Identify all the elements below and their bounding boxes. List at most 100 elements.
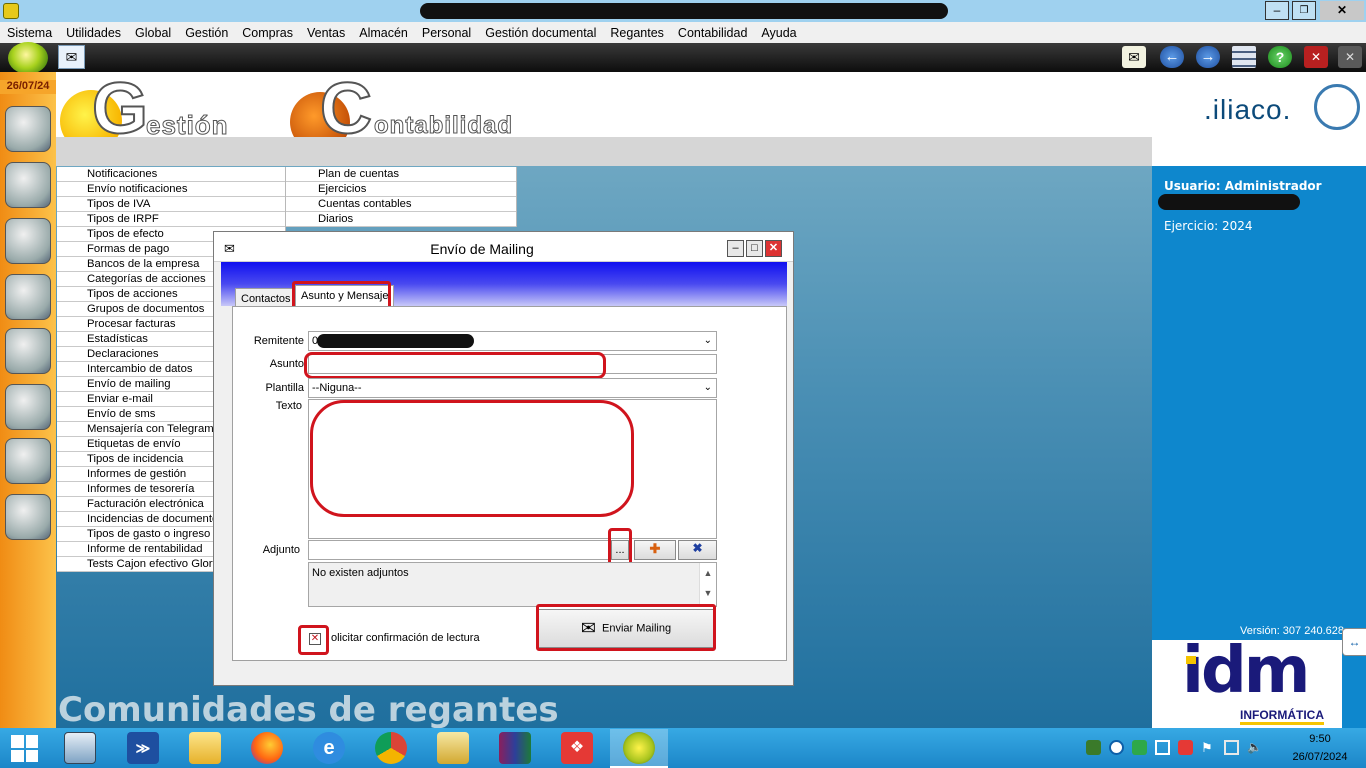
menu-item-notificaciones[interactable]: Notificaciones <box>57 167 285 182</box>
close-all-icon[interactable]: ✕ <box>1338 46 1362 68</box>
menu-contabilidad[interactable]: Contabilidad <box>678 26 748 40</box>
anydesk-icon[interactable]: ❖ <box>561 732 593 764</box>
idm-informatica-text: INFORMÁTICA <box>1240 708 1324 725</box>
window-list-icon[interactable] <box>1232 46 1256 68</box>
close-tab-icon[interactable]: ✕ <box>1304 46 1328 68</box>
menu-personal[interactable]: Personal <box>422 26 471 40</box>
brand-logo-circle <box>1314 84 1360 130</box>
internet-explorer-icon[interactable]: e <box>313 732 345 764</box>
minimize-button[interactable]: – <box>1265 1 1289 20</box>
binary-01-alt-icon[interactable] <box>5 328 51 374</box>
menu-regantes[interactable]: Regantes <box>610 26 664 40</box>
tray-sync-icon[interactable] <box>1132 740 1147 755</box>
menu-item-ejercicios[interactable]: Ejercicios <box>286 182 516 197</box>
app-icon <box>3 3 19 19</box>
window-titlebar: – ❐ ✕ <box>0 0 1366 22</box>
menu-gestion-documental[interactable]: Gestión documental <box>485 26 596 40</box>
redacted-remitente <box>317 334 474 348</box>
group-users-icon[interactable] <box>5 384 51 430</box>
header-gray-band <box>56 137 1152 166</box>
menu-ayuda[interactable]: Ayuda <box>761 26 796 40</box>
tray-display-icon[interactable] <box>1155 740 1170 755</box>
texto-highlight <box>310 400 634 517</box>
contabilidad-menu-list: Plan de cuentas Ejercicios Cuentas conta… <box>286 167 517 227</box>
dialog-title: Envío de Mailing <box>430 241 534 257</box>
asunto-highlight <box>304 352 606 379</box>
dialog-maximize-button[interactable]: □ <box>746 240 763 257</box>
clock-time[interactable]: 9:50 <box>1290 733 1350 745</box>
close-button[interactable]: ✕ <box>1320 1 1364 20</box>
firefox-icon[interactable] <box>251 732 283 764</box>
help-icon[interactable]: ? <box>1268 46 1292 68</box>
notes-app-icon[interactable] <box>437 732 469 764</box>
remove-attachment-button[interactable]: ✖ <box>678 540 717 560</box>
server-manager-icon[interactable] <box>64 732 96 764</box>
ejercicio-label: Ejercicio: 2024 <box>1164 219 1253 233</box>
agenda-clock-icon[interactable] <box>5 162 51 208</box>
menu-global[interactable]: Global <box>135 26 171 40</box>
tray-anydesk-icon[interactable] <box>1178 740 1193 755</box>
user-icon[interactable] <box>5 218 51 264</box>
plantilla-select[interactable]: --Niguna-- ⌄ <box>308 378 717 398</box>
tray-volume-muted-icon[interactable]: 🔈 <box>1247 740 1262 755</box>
binary-01-icon[interactable] <box>5 274 51 320</box>
tray-flag-icon[interactable]: ⚑ <box>1201 740 1216 755</box>
chevron-down-icon: ⌄ <box>703 335 712 346</box>
teamviewer-side-tab[interactable]: ↔ <box>1342 628 1366 656</box>
menu-utilidades[interactable]: Utilidades <box>66 26 121 40</box>
menu-item-plan-cuentas[interactable]: Plan de cuentas <box>286 167 516 182</box>
mailing-dialog: ✉ Envío de Mailing – □ ✕ Contactos Asunt… <box>213 231 794 686</box>
dialog-minimize-button[interactable]: – <box>727 240 744 257</box>
idm-logo: idm INFORMÁTICA <box>1152 634 1342 728</box>
winrar-icon[interactable] <box>499 732 531 764</box>
menu-gestion[interactable]: Gestión <box>185 26 228 40</box>
menu-almacen[interactable]: Almacén <box>359 26 408 40</box>
idm-logo-dot <box>1186 656 1196 664</box>
tray-network-icon[interactable] <box>1086 740 1101 755</box>
tray-teamviewer-icon[interactable] <box>1109 740 1124 755</box>
forward-arrow-icon[interactable]: → <box>1196 46 1220 68</box>
asunto-label: Asunto <box>269 358 304 370</box>
mailing-m-icon[interactable] <box>5 494 51 540</box>
idm-logo-text: idm <box>1182 634 1310 708</box>
menu-item-diarios[interactable]: Diarios <box>286 212 516 227</box>
menu-sistema[interactable]: Sistema <box>7 26 52 40</box>
menu-item-cuentas-contables[interactable]: Cuentas contables <box>286 197 516 212</box>
contacts-icon[interactable] <box>5 106 51 152</box>
tray-network-status-icon[interactable] <box>1224 740 1239 755</box>
chrome-icon[interactable] <box>375 732 407 764</box>
usuario-label: Usuario: Administrador <box>1164 179 1322 193</box>
mail-alert-icon[interactable]: ✉ <box>1122 46 1146 68</box>
remove-attachment-icon: ✖ <box>692 541 703 555</box>
file-explorer-icon[interactable] <box>189 732 221 764</box>
adjuntos-list[interactable]: No existen adjuntos ▲ ▼ <box>308 562 717 607</box>
restore-button[interactable]: ❐ <box>1292 1 1316 20</box>
menu-compras[interactable]: Compras <box>242 26 293 40</box>
dialog-close-button[interactable]: ✕ <box>765 240 782 257</box>
add-attachment-button[interactable]: ✚ <box>634 540 676 560</box>
windows-start-icon[interactable] <box>11 735 38 762</box>
mail-toolbar-icon[interactable]: ✉ <box>58 45 85 69</box>
adjunto-label: Adjunto <box>262 544 300 556</box>
menu-item-tipos-irpf[interactable]: Tipos de IRPF <box>57 212 285 227</box>
add-attachment-icon: ✚ <box>649 541 661 556</box>
powershell-icon[interactable]: ≫ <box>127 732 159 764</box>
adjuntos-scrollbar[interactable]: ▲ ▼ <box>699 563 716 606</box>
database-wand-icon[interactable] <box>5 438 51 484</box>
adjuntos-empty-text: No existen adjuntos <box>312 567 409 579</box>
menu-item-tipos-iva[interactable]: Tipos de IVA <box>57 197 285 212</box>
clock-date[interactable]: 26/07/2024 <box>1282 751 1358 763</box>
system-tray: ⚑ 🔈 <box>1086 740 1276 758</box>
back-arrow-icon[interactable]: ← <box>1160 46 1184 68</box>
menu-item-envio-notificaciones[interactable]: Envío notificaciones <box>57 182 285 197</box>
gestion-app-icon[interactable] <box>623 732 655 764</box>
plantilla-label: Plantilla <box>265 382 304 394</box>
send-highlight <box>536 604 716 651</box>
redacted-company <box>1158 194 1300 210</box>
menu-bar: Sistema Utilidades Global Gestión Compra… <box>0 22 1366 43</box>
menu-ventas[interactable]: Ventas <box>307 26 345 40</box>
home-orb-icon[interactable] <box>8 42 48 74</box>
adjunto-input[interactable] <box>308 540 629 560</box>
date-label: 26/07/24 <box>0 80 56 94</box>
texto-label: Texto <box>275 400 302 412</box>
